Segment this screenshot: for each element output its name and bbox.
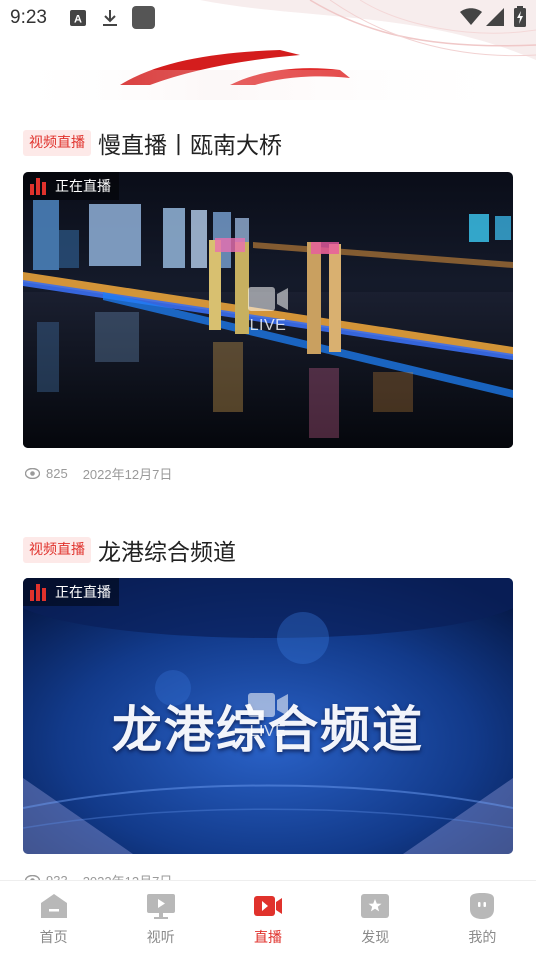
card-title-row: 视频直播 龙港综合频道 xyxy=(23,534,236,566)
nav-label: 发现 xyxy=(361,930,390,946)
live-overlay: LIVE xyxy=(248,691,288,741)
camera-icon xyxy=(248,287,288,311)
live-bars-icon xyxy=(30,178,46,195)
view-count: 933 xyxy=(46,872,68,881)
nav-item-home[interactable]: 首页 xyxy=(0,881,107,954)
live-thumbnail[interactable]: 正在直播 LIVE xyxy=(23,172,513,448)
card-title[interactable]: 慢直播丨瓯南大桥 xyxy=(98,126,282,160)
live-overlay-text: LIVE xyxy=(249,317,287,334)
wifi-icon xyxy=(460,8,482,30)
live-status-badge: 正在直播 xyxy=(23,578,119,606)
card-meta: 933 2022年12月7日 xyxy=(25,870,172,880)
nav-label: 直播 xyxy=(254,930,282,946)
download-icon xyxy=(102,9,118,31)
live-camera-icon xyxy=(254,896,282,916)
live-status-badge: 正在直播 xyxy=(23,172,119,200)
category-tag: 视频直播 xyxy=(23,130,91,156)
live-badge-label: 正在直播 xyxy=(55,585,111,601)
nav-label: 首页 xyxy=(39,930,68,946)
nav-item-profile[interactable]: 我的 xyxy=(429,881,536,954)
battery-icon xyxy=(514,6,526,31)
category-tag: 视频直播 xyxy=(23,537,91,563)
camera-icon xyxy=(248,693,288,717)
live-feed[interactable]: 视频直播 慢直播丨瓯南大桥 正在直播 LIVE 825 2022年12月7日 视… xyxy=(0,100,536,880)
signal-icon xyxy=(486,8,504,30)
status-time: 9:23 xyxy=(10,7,47,28)
card-meta: 825 2022年12月7日 xyxy=(25,463,172,483)
svg-text:A: A xyxy=(74,14,82,26)
a-notification-icon: A xyxy=(70,10,86,30)
publish-date: 2022年12月7日 xyxy=(83,871,173,881)
profile-icon xyxy=(470,893,495,919)
card-title-row: 视频直播 慢直播丨瓯南大桥 xyxy=(23,127,282,159)
publish-date: 2022年12月7日 xyxy=(82,466,173,482)
live-overlay-text: LIVE xyxy=(249,723,287,740)
nav-label: 我的 xyxy=(468,930,497,946)
video-player-icon xyxy=(146,894,175,919)
live-thumbnail[interactable]: 龙港综合频道 正在直播 LIVE xyxy=(23,578,513,854)
view-count: 825 xyxy=(46,465,68,481)
nav-label: 视听 xyxy=(146,930,175,946)
live-badge-label: 正在直播 xyxy=(55,179,111,195)
discover-star-icon xyxy=(361,894,390,918)
eye-icon xyxy=(25,467,40,479)
live-bars-icon xyxy=(30,584,46,601)
nav-item-discover[interactable]: 发现 xyxy=(322,881,429,954)
card-title[interactable]: 龙港综合频道 xyxy=(98,533,236,567)
live-overlay: LIVE xyxy=(248,285,288,335)
status-bar: 9:23 A xyxy=(0,0,536,38)
home-icon xyxy=(40,894,67,918)
nav-item-live[interactable]: 直播 xyxy=(214,881,321,954)
bottom-navigation: 首页 视听 直播 发现 我的 xyxy=(0,880,536,954)
app-square-icon xyxy=(132,6,155,33)
nav-item-media[interactable]: 视听 xyxy=(107,881,214,954)
